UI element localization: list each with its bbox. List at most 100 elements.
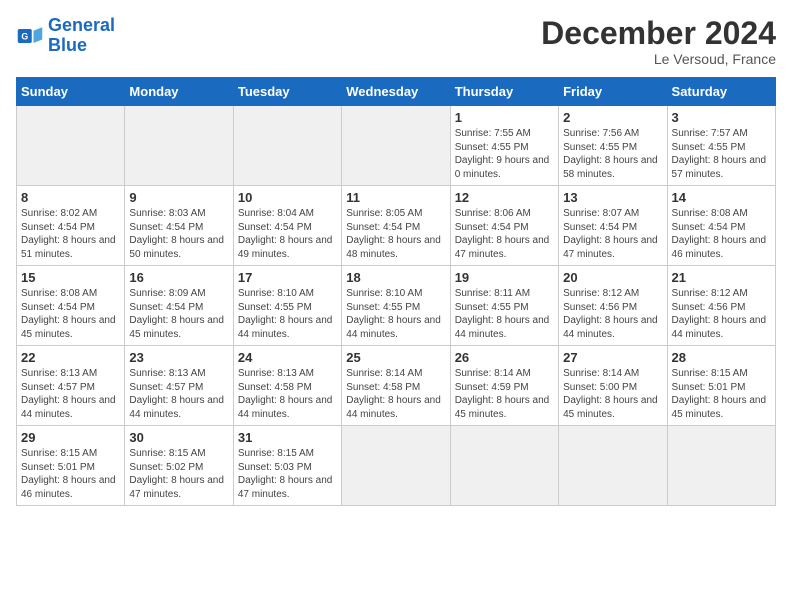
day-details: Sunrise: 8:13 AMSunset: 4:58 PMDaylight:… <box>238 367 337 421</box>
month-title: December 2024 <box>541 16 776 51</box>
calendar-day-29: 29 Sunrise: 8:15 AMSunset: 5:01 PMDayligh… <box>17 426 125 506</box>
day-details: Sunrise: 8:13 AMSunset: 4:57 PMDaylight:… <box>21 367 120 421</box>
svg-text:G: G <box>21 31 28 41</box>
day-details: Sunrise: 7:55 AMSunset: 4:55 PMDaylight:… <box>455 127 554 181</box>
calendar-day-11: 11 Sunrise: 8:05 AMSunset: 4:54 PMDayligh… <box>342 186 450 266</box>
calendar-day-19: 19 Sunrise: 8:11 AMSunset: 4:55 PMDayligh… <box>450 266 558 346</box>
day-number: 28 <box>672 350 771 365</box>
day-details: Sunrise: 8:11 AMSunset: 4:55 PMDaylight:… <box>455 287 554 341</box>
day-details: Sunrise: 8:15 AMSunset: 5:03 PMDaylight:… <box>238 447 337 501</box>
empty-cell <box>125 106 233 186</box>
empty-cell <box>233 106 341 186</box>
calendar-day-10: 10 Sunrise: 8:04 AMSunset: 4:54 PMDayligh… <box>233 186 341 266</box>
day-details: Sunrise: 8:08 AMSunset: 4:54 PMDaylight:… <box>672 207 771 261</box>
day-number: 18 <box>346 270 445 285</box>
calendar-week-2: 8 Sunrise: 8:02 AMSunset: 4:54 PMDaylight… <box>17 186 776 266</box>
title-block: December 2024 Le Versoud, France <box>541 16 776 67</box>
day-number: 14 <box>672 190 771 205</box>
day-details: Sunrise: 8:15 AMSunset: 5:02 PMDaylight:… <box>129 447 228 501</box>
calendar-table: SundayMondayTuesdayWednesdayThursdayFrid… <box>16 77 776 506</box>
calendar-day-25: 25 Sunrise: 8:14 AMSunset: 4:58 PMDayligh… <box>342 346 450 426</box>
empty-cell <box>342 426 450 506</box>
day-details: Sunrise: 8:06 AMSunset: 4:54 PMDaylight:… <box>455 207 554 261</box>
day-details: Sunrise: 8:12 AMSunset: 4:56 PMDaylight:… <box>672 287 771 341</box>
day-details: Sunrise: 7:56 AMSunset: 4:55 PMDaylight:… <box>563 127 662 181</box>
day-number: 31 <box>238 430 337 445</box>
calendar-day-24: 24 Sunrise: 8:13 AMSunset: 4:58 PMDayligh… <box>233 346 341 426</box>
day-number: 19 <box>455 270 554 285</box>
day-number: 16 <box>129 270 228 285</box>
logo: G General Blue <box>16 16 115 56</box>
day-number: 24 <box>238 350 337 365</box>
day-details: Sunrise: 8:12 AMSunset: 4:56 PMDaylight:… <box>563 287 662 341</box>
day-number: 21 <box>672 270 771 285</box>
calendar-week-5: 29 Sunrise: 8:15 AMSunset: 5:01 PMDayligh… <box>17 426 776 506</box>
calendar-day-1: 1 Sunrise: 7:55 AMSunset: 4:55 PMDaylight… <box>450 106 558 186</box>
day-details: Sunrise: 8:05 AMSunset: 4:54 PMDaylight:… <box>346 207 445 261</box>
calendar-day-18: 18 Sunrise: 8:10 AMSunset: 4:55 PMDayligh… <box>342 266 450 346</box>
day-number: 9 <box>129 190 228 205</box>
day-number: 27 <box>563 350 662 365</box>
logo-icon: G <box>16 22 44 50</box>
calendar-day-2: 2 Sunrise: 7:56 AMSunset: 4:55 PMDaylight… <box>559 106 667 186</box>
logo-line1: General <box>48 15 115 35</box>
calendar-week-3: 15Sunrise: 8:08 AMSunset: 4:54 PMDayligh… <box>17 266 776 346</box>
day-header-sunday: Sunday <box>17 78 125 106</box>
day-number: 1 <box>455 110 554 125</box>
calendar-day-13: 13 Sunrise: 8:07 AMSunset: 4:54 PMDayligh… <box>559 186 667 266</box>
calendar-day-22: 22Sunrise: 8:13 AMSunset: 4:57 PMDayligh… <box>17 346 125 426</box>
day-details: Sunrise: 8:07 AMSunset: 4:54 PMDaylight:… <box>563 207 662 261</box>
day-number: 10 <box>238 190 337 205</box>
day-header-thursday: Thursday <box>450 78 558 106</box>
day-details: Sunrise: 8:13 AMSunset: 4:57 PMDaylight:… <box>129 367 228 421</box>
empty-cell <box>559 426 667 506</box>
day-details: Sunrise: 8:14 AMSunset: 5:00 PMDaylight:… <box>563 367 662 421</box>
calendar-day-12: 12 Sunrise: 8:06 AMSunset: 4:54 PMDayligh… <box>450 186 558 266</box>
day-details: Sunrise: 8:15 AMSunset: 5:01 PMDaylight:… <box>21 447 120 501</box>
day-details: Sunrise: 8:02 AMSunset: 4:54 PMDaylight:… <box>21 207 120 261</box>
calendar-day-23: 23 Sunrise: 8:13 AMSunset: 4:57 PMDayligh… <box>125 346 233 426</box>
day-number: 11 <box>346 190 445 205</box>
calendar-day-28: 28Sunrise: 8:15 AMSunset: 5:01 PMDayligh… <box>667 346 775 426</box>
calendar-day-21: 21 Sunrise: 8:12 AMSunset: 4:56 PMDayligh… <box>667 266 775 346</box>
day-header-tuesday: Tuesday <box>233 78 341 106</box>
calendar-day-20: 20 Sunrise: 8:12 AMSunset: 4:56 PMDayligh… <box>559 266 667 346</box>
calendar-body: 1 Sunrise: 7:55 AMSunset: 4:55 PMDaylight… <box>17 106 776 506</box>
day-details: Sunrise: 8:10 AMSunset: 4:55 PMDaylight:… <box>346 287 445 341</box>
day-header-friday: Friday <box>559 78 667 106</box>
day-number: 12 <box>455 190 554 205</box>
day-number: 8 <box>21 190 120 205</box>
day-header-monday: Monday <box>125 78 233 106</box>
empty-cell <box>450 426 558 506</box>
day-number: 20 <box>563 270 662 285</box>
day-details: Sunrise: 8:09 AMSunset: 4:54 PMDaylight:… <box>129 287 228 341</box>
day-number: 17 <box>238 270 337 285</box>
location: Le Versoud, France <box>541 51 776 67</box>
day-number: 2 <box>563 110 662 125</box>
day-number: 25 <box>346 350 445 365</box>
empty-cell <box>342 106 450 186</box>
calendar-day-14: 14 Sunrise: 8:08 AMSunset: 4:54 PMDayligh… <box>667 186 775 266</box>
day-details: Sunrise: 8:03 AMSunset: 4:54 PMDaylight:… <box>129 207 228 261</box>
calendar-day-30: 30Sunrise: 8:15 AMSunset: 5:02 PMDayligh… <box>125 426 233 506</box>
calendar-day-16: 16 Sunrise: 8:09 AMSunset: 4:54 PMDayligh… <box>125 266 233 346</box>
empty-cell <box>17 106 125 186</box>
day-details: Sunrise: 8:14 AMSunset: 4:59 PMDaylight:… <box>455 367 554 421</box>
empty-cell <box>667 426 775 506</box>
day-details: Sunrise: 8:14 AMSunset: 4:58 PMDaylight:… <box>346 367 445 421</box>
day-header-saturday: Saturday <box>667 78 775 106</box>
day-details: Sunrise: 7:57 AMSunset: 4:55 PMDaylight:… <box>672 127 771 181</box>
day-details: Sunrise: 8:04 AMSunset: 4:54 PMDaylight:… <box>238 207 337 261</box>
logo-line2: Blue <box>48 35 87 55</box>
day-number: 15 <box>21 270 120 285</box>
page-header: G General Blue December 2024 Le Versoud,… <box>16 16 776 67</box>
day-header-wednesday: Wednesday <box>342 78 450 106</box>
day-number: 29 <box>21 430 120 445</box>
calendar-day-8: 8 Sunrise: 8:02 AMSunset: 4:54 PMDaylight… <box>17 186 125 266</box>
calendar-week-1: 1 Sunrise: 7:55 AMSunset: 4:55 PMDaylight… <box>17 106 776 186</box>
day-details: Sunrise: 8:10 AMSunset: 4:55 PMDaylight:… <box>238 287 337 341</box>
calendar-day-15: 15Sunrise: 8:08 AMSunset: 4:54 PMDayligh… <box>17 266 125 346</box>
day-number: 23 <box>129 350 228 365</box>
day-number: 13 <box>563 190 662 205</box>
day-number: 3 <box>672 110 771 125</box>
